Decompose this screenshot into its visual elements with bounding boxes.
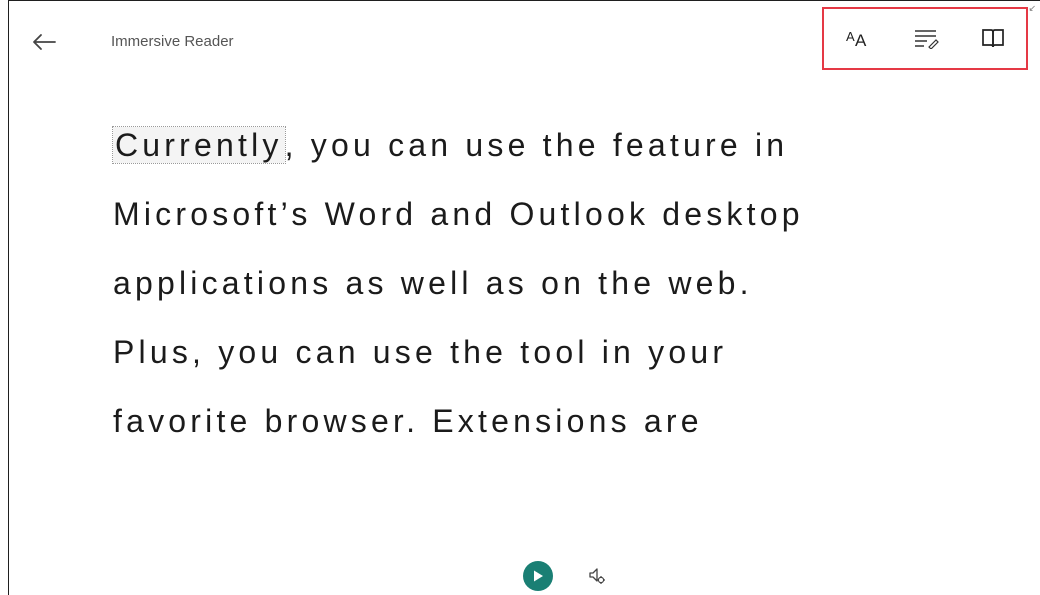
play-button[interactable] xyxy=(523,561,553,591)
voice-settings-icon xyxy=(589,568,605,584)
reading-line: Microsoft’s Word and Outlook desktop xyxy=(113,196,804,232)
voice-settings-button[interactable] xyxy=(583,562,611,590)
reading-line: Plus, you can use the tool in your xyxy=(113,334,728,370)
reading-preferences-icon xyxy=(982,29,1004,48)
reading-line: applications as well as on the web. xyxy=(113,265,753,301)
reading-line: Currently, you can use the feature in xyxy=(112,126,789,164)
back-button[interactable] xyxy=(29,27,59,57)
reader-window: Immersive Reader A A ↙ Currently, you ca… xyxy=(8,0,1040,595)
current-word-highlight[interactable]: Currently xyxy=(112,126,286,164)
page-title: Immersive Reader xyxy=(111,33,234,50)
reading-preferences-button[interactable] xyxy=(976,21,1010,55)
text-preferences-icon: A A xyxy=(846,29,867,49)
grammar-options-button[interactable] xyxy=(909,21,943,55)
reading-line: favorite browser. Extensions are xyxy=(113,403,703,439)
grammar-options-icon xyxy=(915,30,939,49)
svg-text:A: A xyxy=(846,29,855,44)
reading-content: Currently, you can use the feature in Mi… xyxy=(112,111,1013,456)
play-icon xyxy=(534,570,543,582)
text-preferences-button[interactable]: A A xyxy=(841,21,875,55)
arrow-left-icon xyxy=(33,34,56,50)
resize-corner-icon: ↙ xyxy=(1028,3,1036,13)
svg-text:A: A xyxy=(855,31,867,49)
